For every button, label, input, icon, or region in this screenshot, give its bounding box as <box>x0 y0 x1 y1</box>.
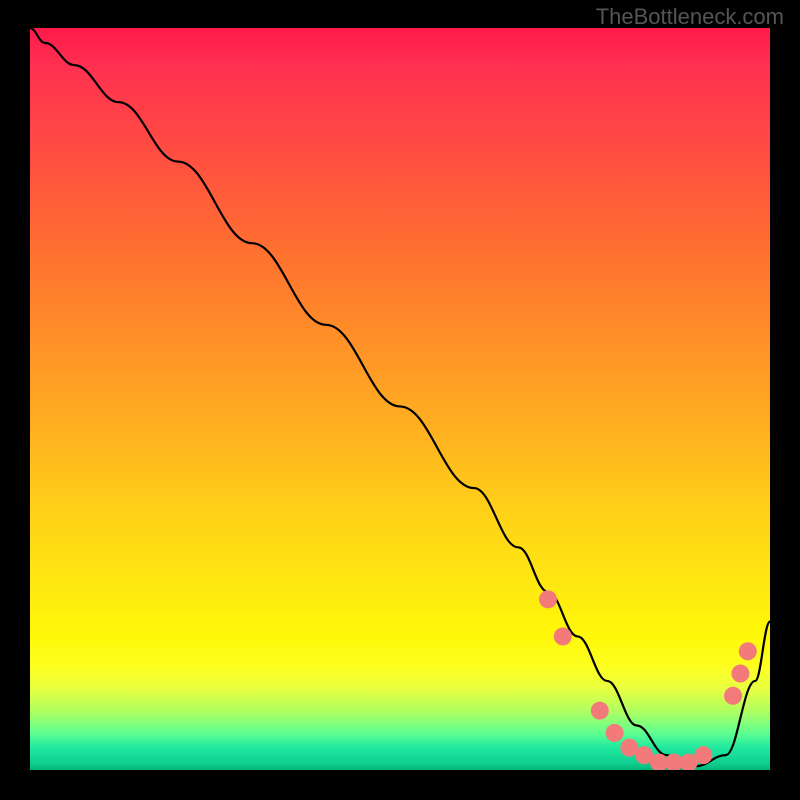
curve-marker <box>694 746 712 764</box>
curve-marker <box>724 687 742 705</box>
curve-marker <box>731 665 749 683</box>
chart-svg <box>30 28 770 770</box>
curve-marker <box>554 627 572 645</box>
curve-marker <box>739 642 757 660</box>
watermark-text: TheBottleneck.com <box>596 4 784 30</box>
curve-marker <box>539 590 557 608</box>
curve-markers <box>539 590 757 770</box>
bottleneck-curve-line <box>30 28 770 766</box>
chart-plot-area <box>30 28 770 770</box>
curve-marker <box>606 724 624 742</box>
curve-marker <box>591 702 609 720</box>
